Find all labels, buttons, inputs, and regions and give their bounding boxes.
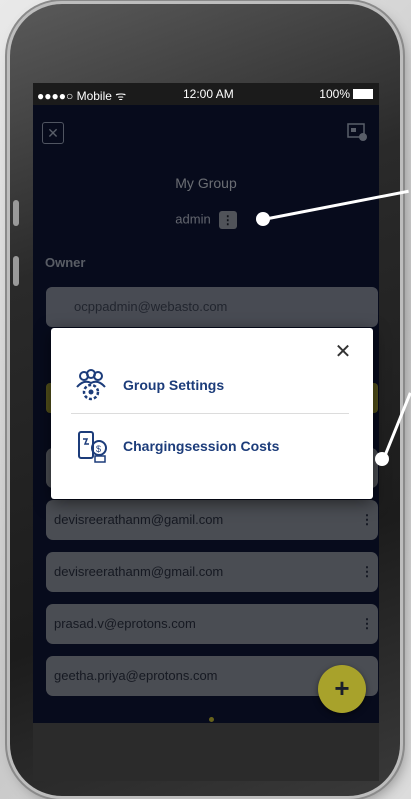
menu-item-chargingsession-costs[interactable]: $ Chargingsession Costs <box>71 422 353 472</box>
add-member-fab[interactable]: + <box>318 665 366 713</box>
battery-status: 100% <box>319 87 373 101</box>
battery-percent: 100% <box>319 87 350 101</box>
side-button-top <box>13 200 19 226</box>
group-settings-icon <box>76 369 106 401</box>
status-bar: ●●●●○ Mobile ᯤ 12:00 AM 100% <box>33 83 379 105</box>
side-button-bottom <box>13 256 19 286</box>
options-modal: ✕ Group Settings $ Chargingsession Costs <box>51 328 373 499</box>
clock: 12:00 AM <box>183 87 234 101</box>
phone-bottom-bezel <box>33 723 379 781</box>
close-icon[interactable]: ✕ <box>333 342 353 362</box>
menu-item-group-settings[interactable]: Group Settings <box>71 361 353 411</box>
svg-text:$: $ <box>96 444 101 454</box>
carrier-signal: ●●●●○ Mobile ᯤ <box>37 89 127 103</box>
menu-divider <box>71 413 349 414</box>
menu-item-label: Chargingsession Costs <box>123 438 280 454</box>
charging-cost-icon: $ <box>78 431 107 463</box>
menu-item-label: Group Settings <box>123 377 225 393</box>
battery-icon <box>353 89 373 99</box>
